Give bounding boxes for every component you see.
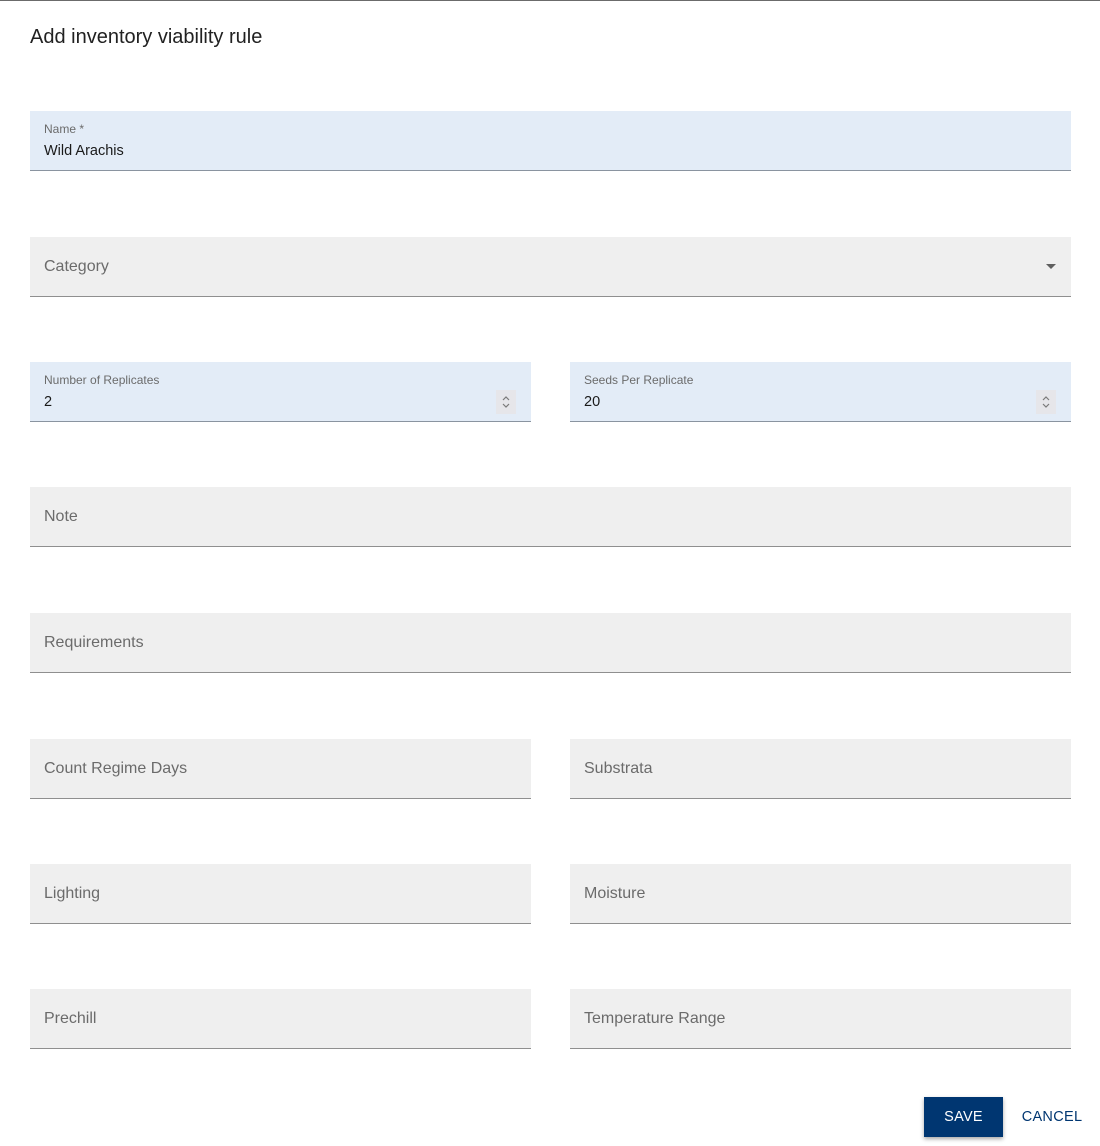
- lighting-placeholder: Lighting: [44, 885, 101, 902]
- number-of-replicates-label: Number of Replicates: [44, 373, 160, 387]
- category-placeholder: Category: [44, 258, 109, 275]
- prechill-placeholder: Prechill: [44, 1010, 97, 1027]
- caret-down-icon[interactable]: [1046, 264, 1056, 269]
- category-select[interactable]: Category: [30, 237, 1071, 297]
- lighting-field[interactable]: Lighting: [30, 864, 531, 924]
- moisture-placeholder: Moisture: [584, 885, 646, 902]
- temperature-range-placeholder: Temperature Range: [584, 1010, 726, 1027]
- name-label: Name *: [44, 122, 85, 136]
- name-value: Wild Arachis: [44, 143, 124, 159]
- spinner-icon[interactable]: [1036, 390, 1056, 414]
- temperature-range-field[interactable]: Temperature Range: [570, 989, 1071, 1049]
- cancel-button[interactable]: CANCEL: [1014, 1097, 1090, 1137]
- name-field[interactable]: Name * Wild Arachis: [30, 111, 1071, 171]
- moisture-field[interactable]: Moisture: [570, 864, 1071, 924]
- requirements-placeholder: Requirements: [44, 634, 144, 651]
- number-of-replicates-value: 2: [44, 394, 53, 410]
- note-field[interactable]: Note: [30, 487, 1071, 547]
- substrata-field[interactable]: Substrata: [570, 739, 1071, 799]
- seeds-per-replicate-label: Seeds Per Replicate: [584, 373, 694, 387]
- save-button[interactable]: SAVE: [924, 1097, 1003, 1137]
- dialog-title: Add inventory viability rule: [30, 26, 263, 48]
- note-placeholder: Note: [44, 508, 78, 525]
- substrata-placeholder: Substrata: [584, 760, 653, 777]
- requirements-field[interactable]: Requirements: [30, 613, 1071, 673]
- seeds-per-replicate-field[interactable]: Seeds Per Replicate 20: [570, 362, 1071, 422]
- prechill-field[interactable]: Prechill: [30, 989, 531, 1049]
- count-regime-days-field[interactable]: Count Regime Days: [30, 739, 531, 799]
- spinner-icon[interactable]: [496, 390, 516, 414]
- number-of-replicates-field[interactable]: Number of Replicates 2: [30, 362, 531, 422]
- count-regime-days-placeholder: Count Regime Days: [44, 760, 188, 777]
- seeds-per-replicate-value: 20: [584, 394, 601, 410]
